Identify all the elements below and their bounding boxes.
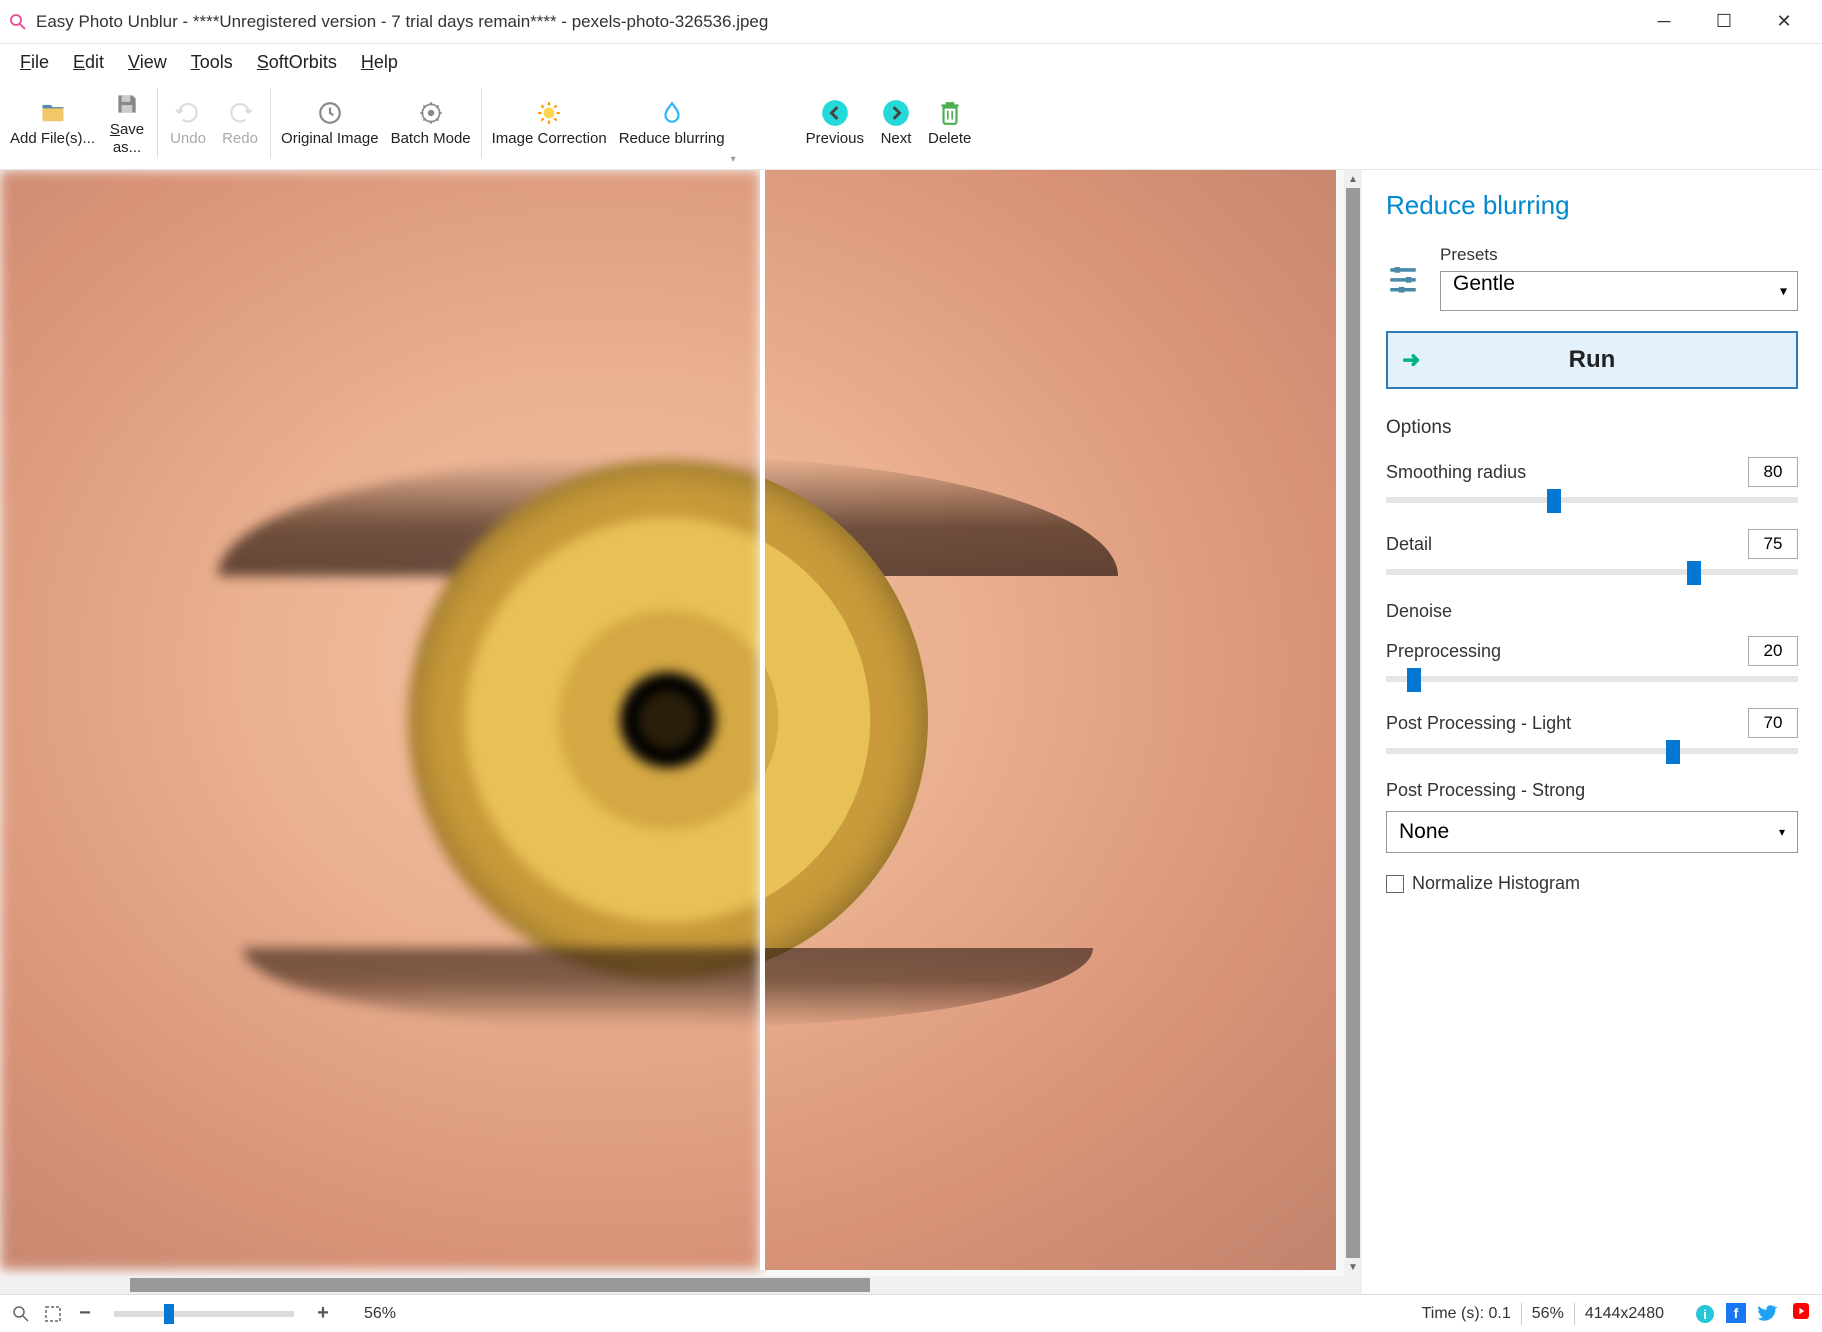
original-image-button[interactable]: Original Image <box>275 80 385 166</box>
window-controls: ─ ☐ ✕ <box>1634 2 1814 42</box>
twitter-icon[interactable] <box>1758 1303 1780 1325</box>
preprocessing-slider-group: Preprocessing 20 <box>1386 636 1798 682</box>
menubar: File Edit View Tools SoftOrbits Help <box>0 44 1822 80</box>
zoom-out-icon[interactable]: − <box>74 1303 96 1325</box>
zoom-fit-icon[interactable] <box>42 1303 64 1325</box>
titlebar: Easy Photo Unblur - ****Unregistered ver… <box>0 0 1822 44</box>
canvas-area: ▲ ▼ <box>0 170 1362 1294</box>
poststrong-label: Post Processing - Strong <box>1386 780 1798 801</box>
image-correction-button[interactable]: Image Correction <box>486 80 613 166</box>
menu-tools[interactable]: Tools <box>181 48 243 77</box>
app-icon <box>8 12 28 32</box>
zoom-in-icon[interactable]: + <box>312 1303 334 1325</box>
zoom-actual-icon[interactable] <box>10 1303 32 1325</box>
normalize-row: Normalize Histogram <box>1386 873 1798 894</box>
preprocessing-slider[interactable] <box>1386 676 1798 682</box>
poststrong-group: Post Processing - Strong None▾ <box>1386 780 1798 853</box>
undo-icon <box>173 98 203 128</box>
minimize-button[interactable]: ─ <box>1634 2 1694 42</box>
menu-view[interactable]: View <box>118 48 177 77</box>
info-icon[interactable]: i <box>1694 1303 1716 1325</box>
scroll-down-icon[interactable]: ▼ <box>1344 1258 1362 1276</box>
denoise-label: Denoise <box>1386 601 1798 622</box>
normalize-label: Normalize Histogram <box>1412 873 1580 894</box>
run-arrow-icon: ➜ <box>1402 347 1420 373</box>
menu-edit[interactable]: Edit <box>63 48 114 77</box>
time-label: Time (s): 0.1 <box>1422 1305 1511 1323</box>
redo-icon <box>225 98 255 128</box>
zoom-slider[interactable] <box>114 1311 294 1317</box>
postlight-label: Post Processing - Light <box>1386 713 1571 734</box>
postlight-slider-group: Post Processing - Light 70 <box>1386 708 1798 754</box>
smoothing-slider[interactable] <box>1386 497 1798 503</box>
reduce-blurring-button[interactable]: Reduce blurring <box>613 80 731 166</box>
undo-button[interactable]: Undo <box>162 80 214 166</box>
delete-button[interactable]: Delete <box>922 80 977 166</box>
dropdown-arrow-icon[interactable]: ▾ <box>731 154 736 165</box>
window-title: Easy Photo Unblur - ****Unregistered ver… <box>36 12 1634 32</box>
horizontal-scrollbar[interactable] <box>0 1276 1362 1294</box>
reduce-blurring-panel: Reduce blurring Presets Gentle ➜ Run Opt… <box>1362 170 1822 1294</box>
folder-icon <box>38 98 68 128</box>
scroll-up-icon[interactable]: ▲ <box>1344 170 1362 188</box>
batch-icon <box>416 98 446 128</box>
droplet-icon <box>657 98 687 128</box>
smoothing-value[interactable]: 80 <box>1748 457 1798 487</box>
vertical-scrollbar[interactable]: ▲ ▼ <box>1344 170 1362 1276</box>
svg-text:i: i <box>1703 1307 1707 1322</box>
poststrong-select[interactable]: None▾ <box>1386 811 1798 853</box>
hscroll-thumb[interactable] <box>130 1278 870 1292</box>
youtube-icon[interactable] <box>1790 1303 1812 1325</box>
menu-file[interactable]: File <box>10 48 59 77</box>
menu-softorbits[interactable]: SoftOrbits <box>247 48 347 77</box>
next-button[interactable]: Next <box>870 80 922 166</box>
postlight-slider[interactable] <box>1386 748 1798 754</box>
detail-value[interactable]: 75 <box>1748 529 1798 559</box>
redo-button[interactable]: Redo <box>214 80 266 166</box>
toolbar: Add File(s)... Saveas... Undo Redo Origi… <box>0 80 1822 170</box>
preprocessing-value[interactable]: 20 <box>1748 636 1798 666</box>
preprocessing-label: Preprocessing <box>1386 641 1501 662</box>
postlight-value[interactable]: 70 <box>1748 708 1798 738</box>
zoom-percent-2: 56% <box>1532 1305 1564 1323</box>
presets-label: Presets <box>1440 245 1798 265</box>
add-files-button[interactable]: Add File(s)... <box>4 80 101 166</box>
image-canvas[interactable] <box>0 170 1344 1276</box>
menu-help[interactable]: Help <box>351 48 408 77</box>
zoom-percent: 56% <box>364 1305 396 1323</box>
save-as-button[interactable]: Saveas... <box>101 80 153 166</box>
arrow-right-icon <box>881 98 911 128</box>
dimensions-label: 4144x2480 <box>1585 1305 1664 1323</box>
arrow-left-icon <box>820 98 850 128</box>
smoothing-slider-group: Smoothing radius 80 <box>1386 457 1798 503</box>
vscroll-thumb[interactable] <box>1346 188 1360 1258</box>
trash-icon <box>935 98 965 128</box>
detail-slider[interactable] <box>1386 569 1798 575</box>
maximize-button[interactable]: ☐ <box>1694 2 1754 42</box>
detail-label: Detail <box>1386 534 1432 555</box>
save-icon <box>112 89 142 119</box>
panel-title: Reduce blurring <box>1386 190 1798 221</box>
smoothing-label: Smoothing radius <box>1386 462 1526 483</box>
batch-mode-button[interactable]: Batch Mode <box>385 80 477 166</box>
sliders-icon <box>1386 260 1422 296</box>
original-icon <box>315 98 345 128</box>
run-button[interactable]: ➜ Run <box>1386 331 1798 389</box>
svg-text:f: f <box>1734 1305 1739 1321</box>
close-button[interactable]: ✕ <box>1754 2 1814 42</box>
options-label: Options <box>1386 417 1798 439</box>
previous-button[interactable]: Previous <box>800 80 870 166</box>
sun-icon <box>534 98 564 128</box>
preset-select[interactable]: Gentle <box>1440 271 1798 311</box>
detail-slider-group: Detail 75 <box>1386 529 1798 575</box>
facebook-icon[interactable]: f <box>1726 1303 1748 1325</box>
comparison-divider[interactable] <box>760 170 765 1270</box>
statusbar: − + 56% Time (s): 0.1 56% 4144x2480 i f <box>0 1294 1822 1332</box>
normalize-checkbox[interactable] <box>1386 875 1404 893</box>
